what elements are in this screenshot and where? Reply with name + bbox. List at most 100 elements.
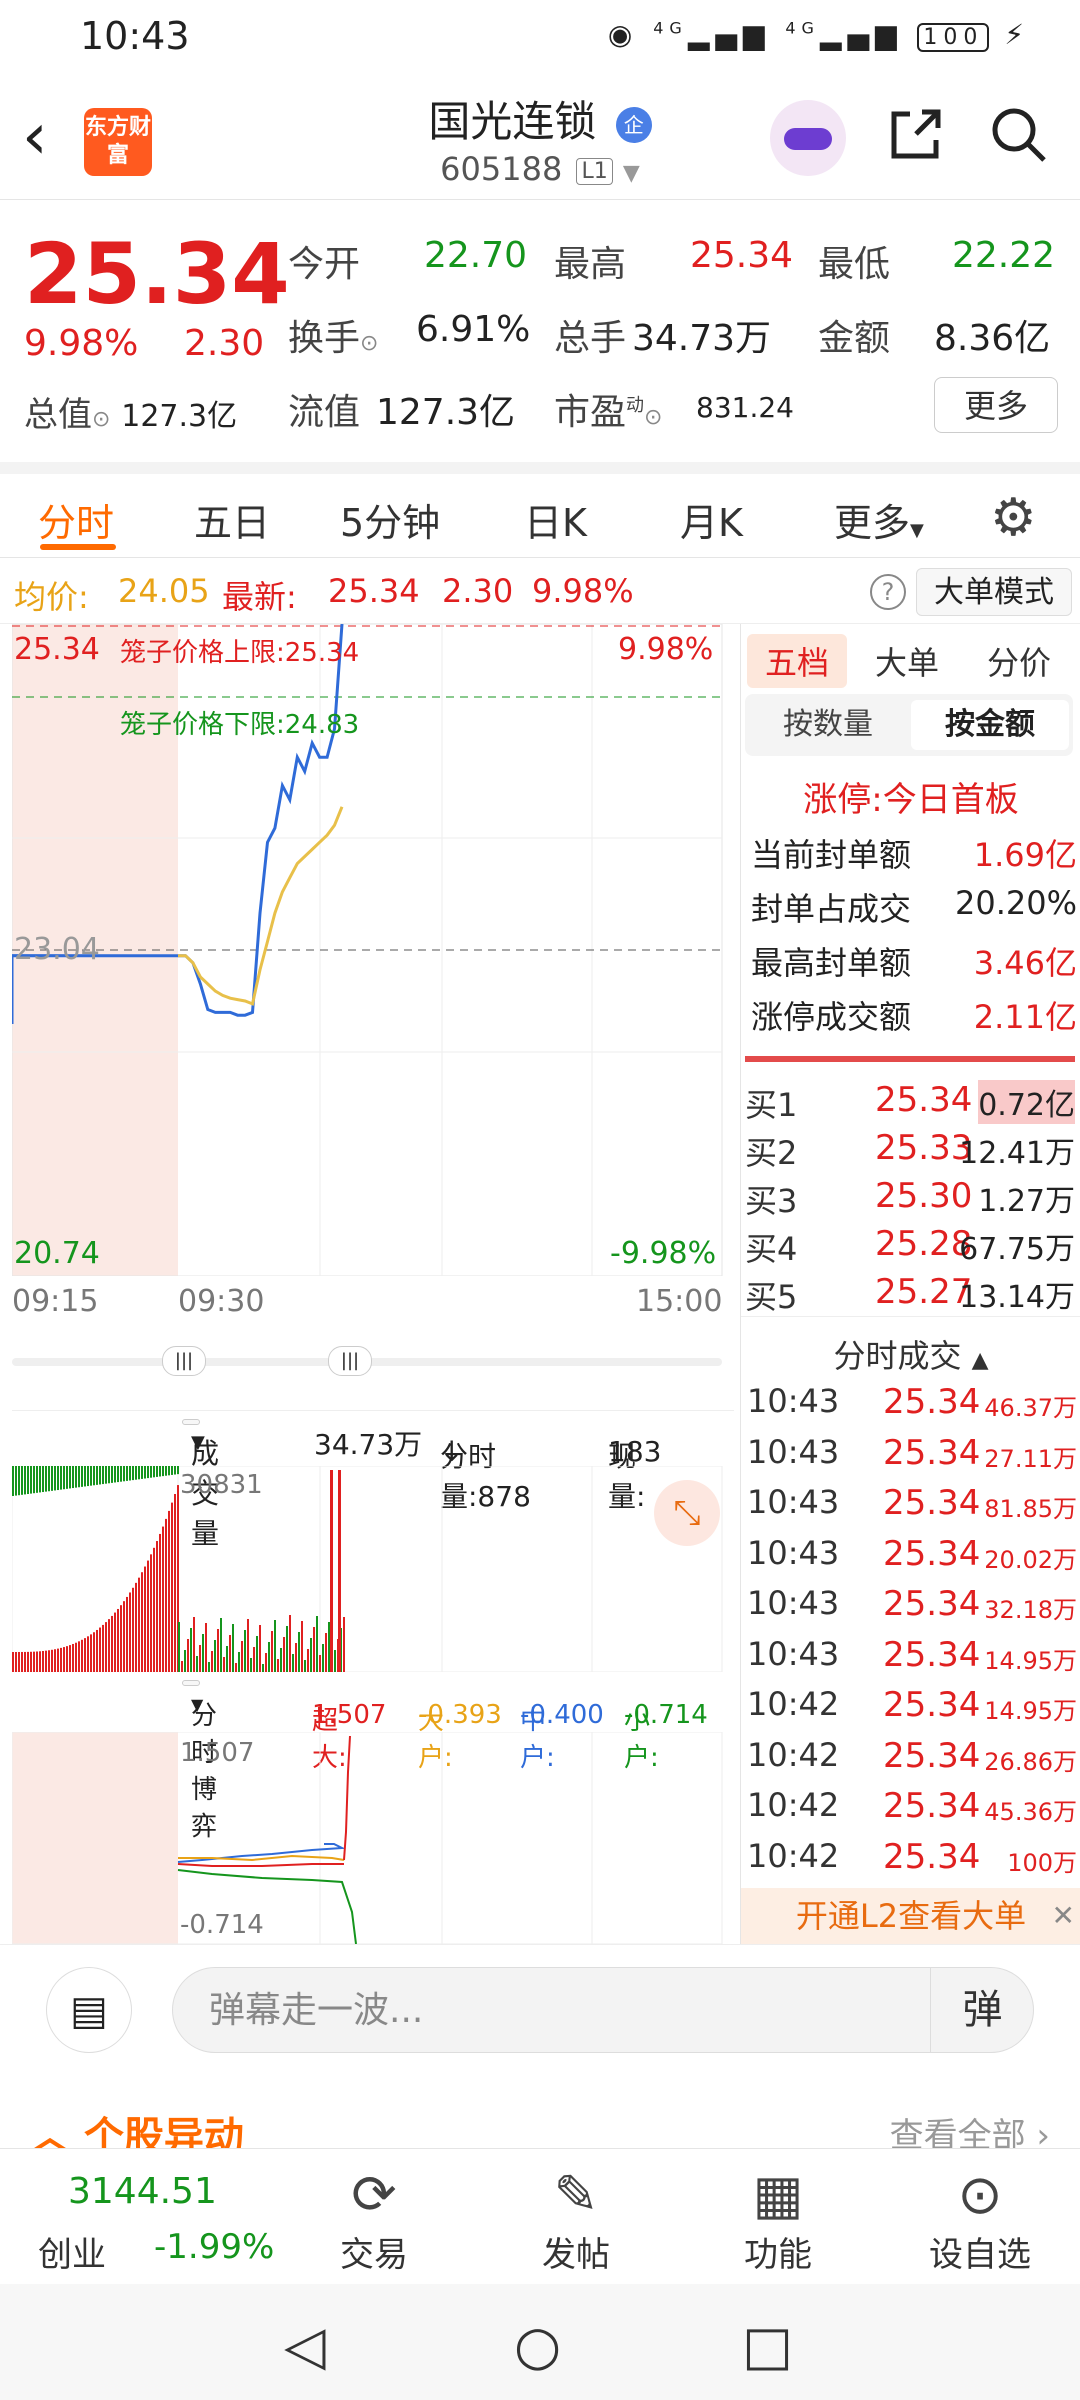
range-slider[interactable]: ||| ||| — [12, 1346, 734, 1376]
order-book-row[interactable]: 买4 25.28 67.75万 — [745, 1224, 1079, 1272]
tab-big-orders[interactable]: 大单 — [875, 638, 939, 684]
volume-bar — [265, 1653, 267, 1672]
tick-price: 25.34 — [883, 1836, 981, 1877]
slider-handle-right[interactable]: ||| — [328, 1346, 372, 1376]
change-amount: 2.30 — [184, 323, 265, 364]
volume-bar — [274, 1620, 276, 1672]
gear-icon[interactable]: ⚙ — [990, 488, 1037, 548]
level-price: 25.33 — [875, 1128, 973, 1168]
volume-header: 成交量 ▼ 34.73万 分时量:878 ↓ 现量: 183 — [12, 1410, 734, 1550]
order-book-row[interactable]: 买2 25.33 12.41万 — [745, 1128, 1079, 1176]
volume-bar — [99, 1627, 101, 1672]
tab-intraday[interactable]: 分时 — [38, 492, 114, 547]
view-all-link[interactable]: 查看全部 › — [890, 2108, 1050, 2150]
big-order-mode-button[interactable]: 大单模式 — [916, 568, 1072, 616]
volume-bar — [93, 1466, 95, 1486]
nav-functions[interactable]: ▦ 功能 — [698, 2163, 858, 2276]
chart-top-price: 25.34 — [14, 632, 100, 667]
volume-bar — [205, 1623, 207, 1672]
index-name: 创业 — [38, 2235, 106, 2275]
share-button[interactable] — [884, 104, 948, 168]
pe-label[interactable]: 市盈动⊙ — [554, 383, 662, 435]
volume-bar — [81, 1639, 83, 1672]
tick-row: 10:43 25.34 81.85万 — [747, 1483, 1077, 1533]
nav-post[interactable]: ✎ 发帖 — [496, 2163, 656, 2276]
time-label-close: 15:00 — [636, 1284, 723, 1319]
order-book-row[interactable]: 买3 25.30 1.27万 — [745, 1176, 1079, 1224]
volume-bar — [72, 1466, 74, 1489]
index-ticker[interactable]: 3144.51 创业 -1.99% — [0, 2149, 274, 2285]
system-nav-bar: ◁ ○ □ — [0, 2284, 1080, 2400]
volume-bar — [159, 1466, 161, 1477]
volume-bar — [168, 1466, 170, 1476]
tab-five-levels[interactable]: 五档 — [747, 634, 848, 688]
level-name: 买5 — [745, 1278, 798, 1316]
volume-bar — [150, 1554, 152, 1672]
latest-pct: 9.98% — [532, 572, 634, 610]
volume-bar — [247, 1619, 249, 1672]
by-quantity-button[interactable]: 按数量 — [749, 700, 907, 750]
change-percent: 9.98% — [24, 323, 139, 364]
chart-bottom-price: 20.74 — [14, 1236, 100, 1271]
ticks-title[interactable]: 分时成交 ▲ — [741, 1316, 1080, 1377]
volume-bar — [307, 1649, 309, 1672]
tab-monthly-k[interactable]: 月K — [680, 492, 743, 547]
volume-bar — [165, 1466, 167, 1476]
order-book-row[interactable]: 买5 25.27 13.14万 — [745, 1272, 1079, 1320]
tab-five-min[interactable]: 5分钟 — [340, 492, 440, 547]
order-flow-dropdown[interactable]: 分时博弈 ▼ — [182, 1680, 217, 1842]
back-triangle-icon[interactable]: ◁ — [284, 2314, 326, 2377]
expand-icon[interactable]: ⤡ — [654, 1480, 720, 1546]
open-label: 今开 — [288, 244, 361, 285]
volume-bar — [123, 1601, 125, 1672]
volume-bar — [208, 1662, 210, 1672]
volume-bar — [66, 1646, 68, 1672]
tab-five-day[interactable]: 五日 — [194, 492, 270, 547]
slider-handle-left[interactable]: ||| — [162, 1346, 206, 1376]
search-button[interactable] — [986, 104, 1050, 168]
home-circle-icon[interactable]: ○ — [514, 2314, 561, 2377]
intraday-chart[interactable]: 25.34 9.98% 笼子价格上限:25.34 笼子价格下限:24.83 23… — [10, 623, 734, 1277]
comment-settings-icon[interactable]: ▤ — [46, 1967, 132, 2053]
tab-price-dist[interactable]: 分价 — [987, 638, 1051, 684]
tick-volume: 14.95万 — [984, 1646, 1077, 1675]
nav-trade[interactable]: ⟳ 交易 — [294, 2163, 454, 2276]
volume-chart-svg — [11, 1465, 723, 1673]
turnover-label[interactable]: 换手⊙ — [288, 309, 378, 361]
level-price: 25.27 — [875, 1272, 973, 1312]
order-book-row[interactable]: 买1 25.34 0.72亿 — [745, 1080, 1079, 1128]
assistant-robot-icon[interactable] — [770, 100, 846, 176]
more-button[interactable]: 更多 — [934, 377, 1058, 433]
volume-bar — [141, 1466, 143, 1479]
volume-bar — [250, 1658, 252, 1672]
volume-bar — [21, 1651, 23, 1672]
volume-bar — [156, 1466, 158, 1477]
volume-bar — [126, 1466, 128, 1481]
volume-dropdown[interactable]: 成交量 ▼ — [182, 1419, 219, 1550]
flow-bottom-label: -0.714 — [180, 1910, 264, 1940]
l2-upgrade-banner[interactable]: 开通L2查看大单 ✕ — [741, 1888, 1080, 1944]
tick-time: 10:43 — [747, 1483, 840, 1521]
order-flow-chart: 1.507 -0.714 — [11, 1731, 734, 1945]
market-value[interactable]: 总值⊙ 127.3亿 — [24, 387, 237, 436]
nav-add-watchlist[interactable]: ⊙ 设自选 — [900, 2163, 1060, 2276]
market-value-label: 总值 — [24, 395, 92, 435]
caret-down-icon: ▼ — [622, 161, 640, 186]
more-circle-icon: ⊙ — [957, 2163, 1003, 2226]
help-icon[interactable]: ? — [870, 574, 906, 610]
volume-bar — [181, 1661, 183, 1672]
volume-bar — [310, 1638, 312, 1672]
tick-price: 25.34 — [883, 1634, 981, 1675]
danmu-input[interactable]: 弹幕走一波... — [172, 1967, 1034, 2053]
tick-volume: 32.18万 — [984, 1596, 1077, 1624]
tick-row: 10:43 25.34 46.37万 — [747, 1382, 1077, 1432]
by-amount-button[interactable]: 按金额 — [911, 700, 1069, 750]
tab-more[interactable]: 更多▼ — [834, 492, 924, 547]
close-icon[interactable]: ✕ — [1052, 1888, 1075, 1944]
tab-daily-k[interactable]: 日K — [524, 492, 587, 547]
chart-tabs: 分时 五日 5分钟 日K 月K 更多▼ ⚙ — [0, 462, 1080, 558]
danmu-toggle-button[interactable]: 弹 — [930, 1967, 1034, 2053]
tick-row: 10:43 25.34 14.95万 — [747, 1635, 1077, 1685]
level-price: 25.30 — [875, 1176, 973, 1216]
recents-square-icon[interactable]: □ — [742, 2314, 793, 2377]
